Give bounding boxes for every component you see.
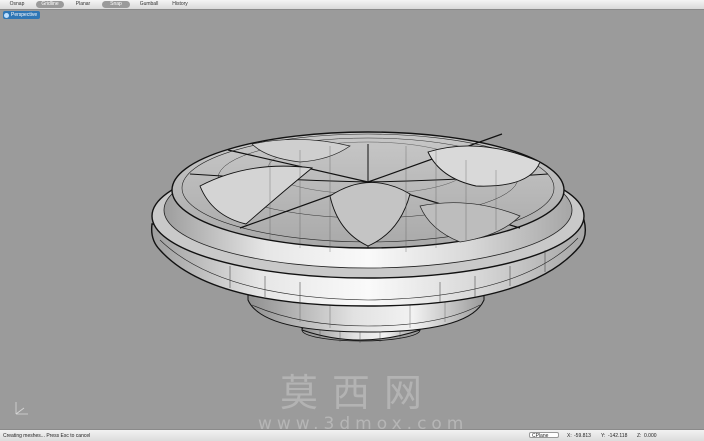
z-label: Z: xyxy=(637,433,642,439)
gridline-toggle[interactable]: Gridline xyxy=(36,1,64,8)
world-axes-icon xyxy=(15,402,28,415)
watermark-chinese: 莫西网 xyxy=(279,371,436,415)
status-bar: Creating meshes... Press Esc to cancel C… xyxy=(0,429,704,441)
status-message: Creating meshes... Press Esc to cancel xyxy=(3,433,91,439)
y-label: Y: xyxy=(601,433,606,439)
osnap-toggle[interactable]: Osnap xyxy=(6,1,28,8)
model-render[interactable] xyxy=(0,10,704,428)
planar-toggle[interactable]: Planar xyxy=(72,1,94,8)
perspective-viewport[interactable]: Perspective 莫西网 www.3dmox.com xyxy=(0,10,704,434)
status-toggle-bar: Osnap Gridline Planar Snap Gumball Histo… xyxy=(0,0,704,10)
cplane-select[interactable]: CPlane xyxy=(529,432,559,439)
y-coordinate: -142.118 xyxy=(608,433,628,439)
gumball-toggle[interactable]: Gumball xyxy=(136,1,162,8)
watermark: 莫西网 www.3dmox.com xyxy=(258,371,463,434)
z-coordinate: 0.000 xyxy=(644,433,657,439)
snap-toggle[interactable]: Snap xyxy=(102,1,130,8)
history-toggle[interactable]: History xyxy=(168,1,192,8)
x-label: X: xyxy=(567,433,572,439)
x-coordinate: -59.813 xyxy=(574,433,591,439)
